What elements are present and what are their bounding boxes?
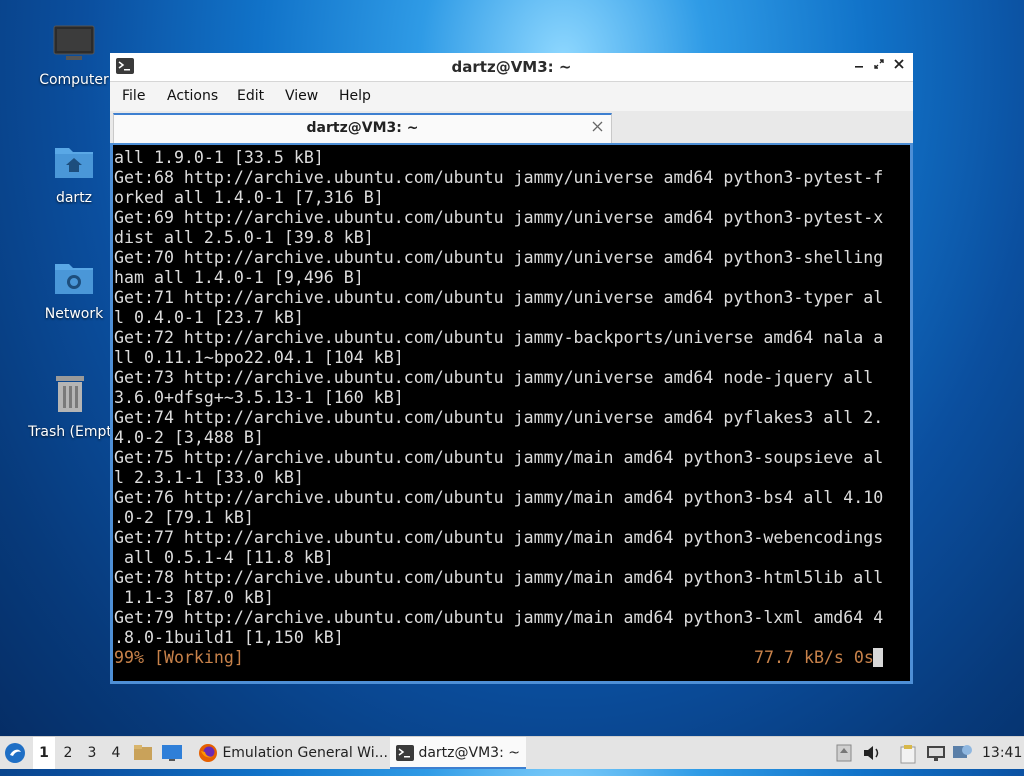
workspace-2[interactable]: 2 [57,737,79,769]
show-desktop-button[interactable] [161,737,185,769]
terminal-line: Get:69 http://archive.ubuntu.com/ubuntu … [114,208,884,227]
terminal-line: Get:76 http://archive.ubuntu.com/ubuntu … [114,488,884,507]
terminal-output[interactable]: all 1.9.0-1 [33.5 kB] Get:68 http://arch… [113,145,910,681]
menu-edit[interactable]: Edit [237,88,264,104]
tray-volume[interactable] [862,744,882,766]
terminal-line: .0-2 [79.1 kB] [114,508,254,527]
tab-close-button[interactable] [592,118,603,136]
tray-clipboard[interactable] [900,744,916,768]
tray-network[interactable] [926,744,946,766]
terminal-window: dartz@VM3: ~ File Actions Edit View Help… [110,53,913,684]
maximize-icon [874,59,884,69]
tab-bar: dartz@VM3: ~ [110,111,913,143]
menu-view[interactable]: View [285,88,318,104]
file-manager-launcher[interactable] [133,737,155,769]
desktop-icon-label: Network [44,306,104,322]
workspace-1[interactable]: 1 [33,737,55,769]
close-button[interactable] [890,58,908,76]
computer-icon [53,25,95,60]
desktop-icon-home[interactable]: dartz [26,142,122,206]
tab-terminal[interactable]: dartz@VM3: ~ [113,113,612,143]
terminal-line: all 0.5.1-4 [11.8 kB] [123,548,334,567]
terminal-line: l 0.4.0-1 [23.7 kB] [114,308,304,327]
desktop-icon-label: Computer [39,72,109,88]
menubar: File Actions Edit View Help [110,82,913,111]
terminal-line: 3.6.0+dfsg+~3.5.13-1 [160 kB] [114,388,404,407]
desktop-icon-label: Trash (Empt [28,424,112,440]
clipboard-icon [900,745,916,764]
close-icon [894,59,904,69]
firefox-icon [199,744,217,762]
terminal-line: dist all 2.5.0-1 [39.8 kB] [114,228,374,247]
desktop-icon [162,745,182,761]
network-folder-icon [55,264,93,294]
file-manager-icon [134,745,152,760]
terminal-text: all 1.9.0-1 [33.5 kB] Get:68 http://arch… [114,148,883,648]
terminal-line: Get:79 http://archive.ubuntu.com/ubuntu … [114,608,884,627]
start-menu-button[interactable] [4,737,28,769]
terminal-line: Get:77 http://archive.ubuntu.com/ubuntu … [114,528,884,547]
terminal-icon [396,745,414,761]
desktop-icon-trash[interactable]: Trash (Empt [22,372,118,440]
tab-label: dartz@VM3: ~ [306,120,419,136]
taskbar: 1 2 3 4 Emulation General Wi... dartz@VM… [0,736,1024,769]
terminal-line: ll 0.11.1~bpo22.04.1 [104 kB] [114,348,404,367]
update-notifier-icon [836,744,852,762]
system-tray-icon [953,745,972,758]
minimize-button[interactable] [850,58,868,76]
terminal-line: orked all 1.4.0-1 [7,316 B] [114,188,384,207]
window-titlebar[interactable]: dartz@VM3: ~ [110,53,913,82]
task-label: Emulation General Wi... [222,745,388,761]
close-icon [592,121,603,132]
terminal-line: Get:72 http://archive.ubuntu.com/ubuntu … [114,328,884,347]
terminal-line: .8.0-1build1 [1,150 kB] [114,628,344,647]
task-terminal[interactable]: dartz@VM3: ~ [390,737,526,769]
terminal-line: Get:71 http://archive.ubuntu.com/ubuntu … [114,288,884,307]
workspace-3[interactable]: 3 [81,737,103,769]
terminal-line: Get:68 http://archive.ubuntu.com/ubuntu … [114,168,884,187]
maximize-button[interactable] [870,58,888,76]
trash-icon [56,376,84,412]
task-label: dartz@VM3: ~ [418,745,520,761]
transfer-rate: 77.7 kB/s 0s [754,648,874,667]
window-title: dartz@VM3: ~ [451,58,572,76]
terminal-line: Get:70 http://archive.ubuntu.com/ubuntu … [114,248,884,267]
terminal-line: Get:78 http://archive.ubuntu.com/ubuntu … [114,568,884,587]
desktop-icon-network[interactable]: Network [26,258,122,322]
task-browser[interactable]: Emulation General Wi... [192,737,388,769]
terminal-line: 1.1-3 [87.0 kB] [123,588,274,607]
menu-help[interactable]: Help [339,88,371,104]
tray-system[interactable] [952,744,974,766]
progress-status: 99% [Working] [114,648,244,667]
terminal-line: ham all 1.4.0-1 [9,496 B] [114,268,364,287]
volume-icon [864,746,879,760]
terminal-line: l 2.3.1-1 [33.0 kB] [114,468,304,487]
menu-file[interactable]: File [122,88,145,104]
desktop-icon-computer[interactable]: Computer [26,24,122,88]
terminal-cursor [873,648,883,667]
lubuntu-logo-icon [5,743,25,763]
menu-actions[interactable]: Actions [167,88,218,104]
network-icon [927,746,945,761]
desktop-icon-label: dartz [55,190,93,206]
home-folder-icon [55,148,93,178]
terminal-line: Get:74 http://archive.ubuntu.com/ubuntu … [114,408,884,427]
terminal-line: 4.0-2 [3,488 B] [114,428,264,447]
minimize-icon [855,66,863,68]
tray-update-notifier[interactable] [836,744,852,766]
workspace-4[interactable]: 4 [105,737,127,769]
terminal-line: all 1.9.0-1 [33.5 kB] [114,148,324,167]
terminal-line: Get:73 http://archive.ubuntu.com/ubuntu … [114,368,874,387]
clock[interactable]: 13:41 [982,737,1022,769]
terminal-line: Get:75 http://archive.ubuntu.com/ubuntu … [114,448,884,467]
